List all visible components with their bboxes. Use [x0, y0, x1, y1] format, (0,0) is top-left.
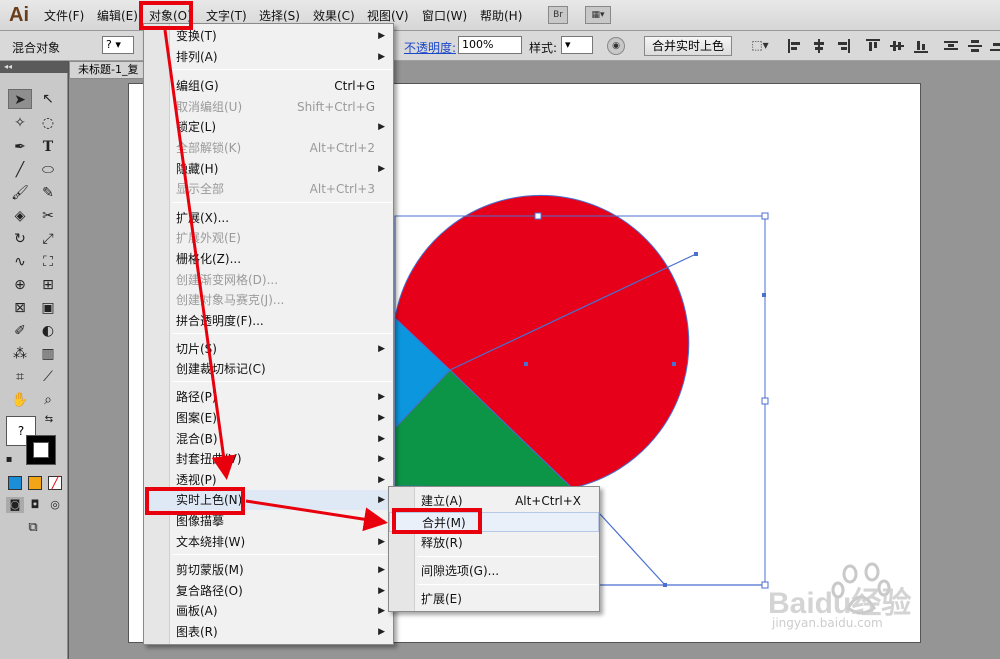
- arrow-to-live-paint: [163, 29, 236, 480]
- watermark-url: jingyan.baidu.com: [772, 616, 883, 630]
- watermark: Baidu经验 jingyan.baidu.com: [760, 560, 1000, 640]
- arrow-to-merge: [245, 499, 388, 532]
